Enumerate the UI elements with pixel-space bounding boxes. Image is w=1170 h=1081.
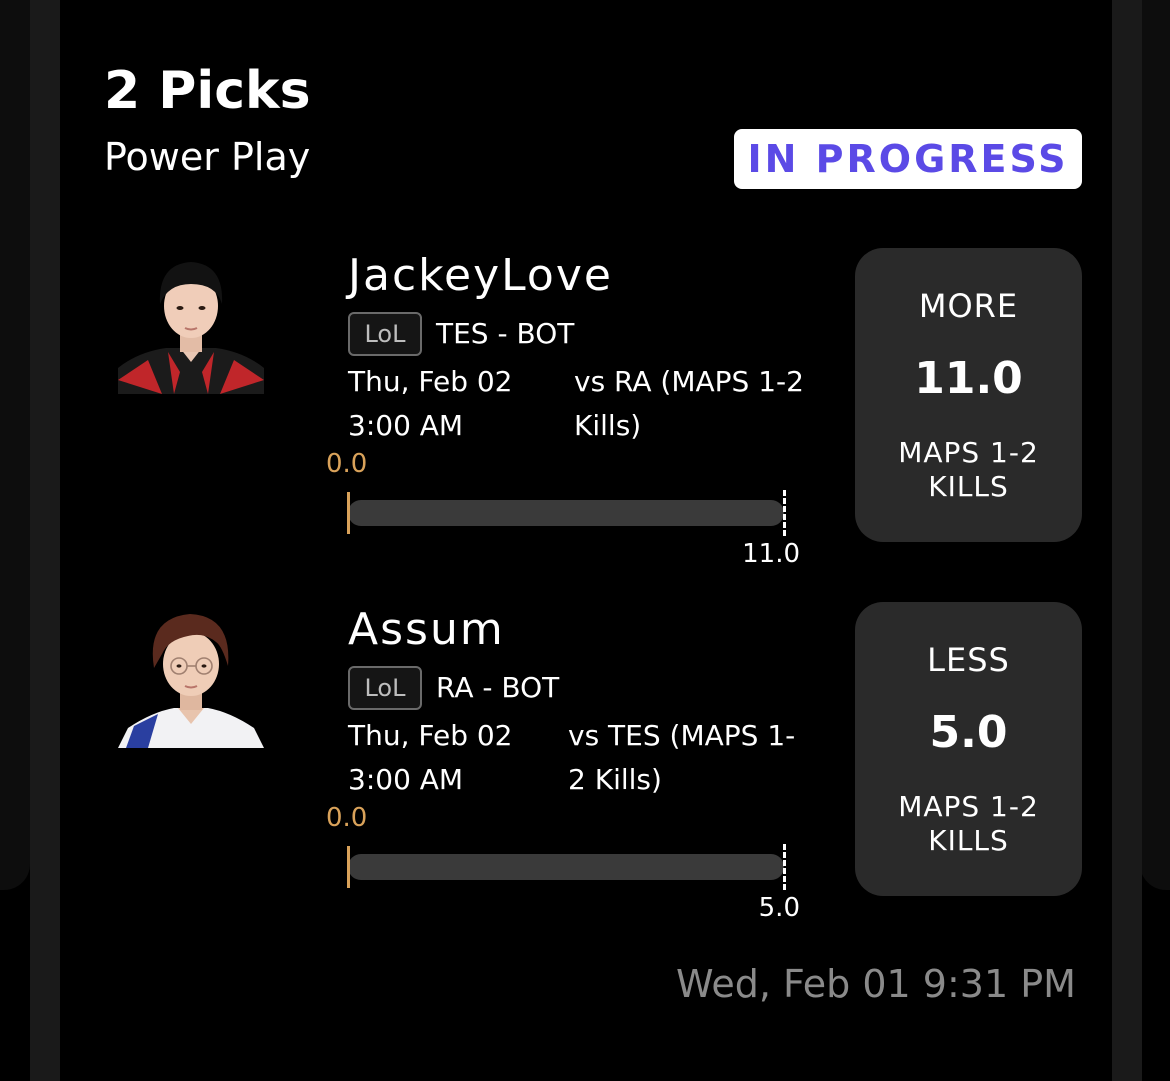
pick-line-value: 11.0 <box>914 353 1023 404</box>
progress-current-label: 0.0 <box>326 803 368 833</box>
team-position: RA - BOT <box>436 671 560 704</box>
progress-current-marker <box>347 846 350 888</box>
pick-row[interactable]: JackeyLove LoL TES - BOT Thu, Feb 02 3:0… <box>60 248 1112 569</box>
matchup: vs RA (MAPS 1-2 Kills) <box>574 365 804 442</box>
card-edge-right <box>1112 0 1142 1081</box>
player-avatar-jackeylove-icon <box>118 248 264 394</box>
player-name: Assum <box>348 604 505 655</box>
screen: 2 Picks Power Play IN PROGRESS JackeyLov… <box>0 0 1170 1081</box>
progress-target-label: 5.0 <box>758 893 800 923</box>
pick-selection-box[interactable]: LESS 5.0 MAPS 1-2 KILLS <box>855 602 1082 896</box>
card-edge-left <box>30 0 60 1081</box>
player-avatar-assum-icon <box>118 602 264 748</box>
progress-bar <box>348 854 784 880</box>
pick-stat-type: MAPS 1-2 KILLS <box>898 790 1039 857</box>
team-position: TES - BOT <box>436 317 575 350</box>
entry-type: Power Play <box>104 135 311 179</box>
progress-current-marker <box>347 492 350 534</box>
background-card-right <box>1140 0 1170 890</box>
pick-line-value: 5.0 <box>929 707 1008 758</box>
pick-selection-box[interactable]: MORE 11.0 MAPS 1-2 KILLS <box>855 248 1082 542</box>
progress-target-marker <box>783 490 786 536</box>
progress-current-label: 0.0 <box>326 449 368 479</box>
progress-bar <box>348 500 784 526</box>
entry-card[interactable]: 2 Picks Power Play IN PROGRESS JackeyLov… <box>60 0 1112 1081</box>
pick-direction: LESS <box>927 641 1010 679</box>
league-tag: LoL <box>348 666 422 710</box>
status-badge: IN PROGRESS <box>734 129 1082 189</box>
progress-target-marker <box>783 844 786 890</box>
game-date: Thu, Feb 02 <box>348 365 513 398</box>
pick-direction: MORE <box>918 287 1019 325</box>
progress-target-label: 11.0 <box>742 539 800 569</box>
pick-row[interactable]: Assum LoL RA - BOT Thu, Feb 02 3:00 AM v… <box>60 602 1112 923</box>
player-name: JackeyLove <box>348 250 613 301</box>
pick-stat-type: MAPS 1-2 KILLS <box>898 436 1039 503</box>
league-tag: LoL <box>348 312 422 356</box>
entry-timestamp: Wed, Feb 01 9:31 PM <box>676 962 1076 1006</box>
game-date: Thu, Feb 02 <box>348 719 513 752</box>
game-time: 3:00 AM <box>348 409 464 442</box>
entry-title: 2 Picks <box>104 61 311 121</box>
matchup: vs TES (MAPS 1-2 Kills) <box>568 719 796 796</box>
game-time: 3:00 AM <box>348 763 464 796</box>
background-card-left <box>0 0 30 890</box>
